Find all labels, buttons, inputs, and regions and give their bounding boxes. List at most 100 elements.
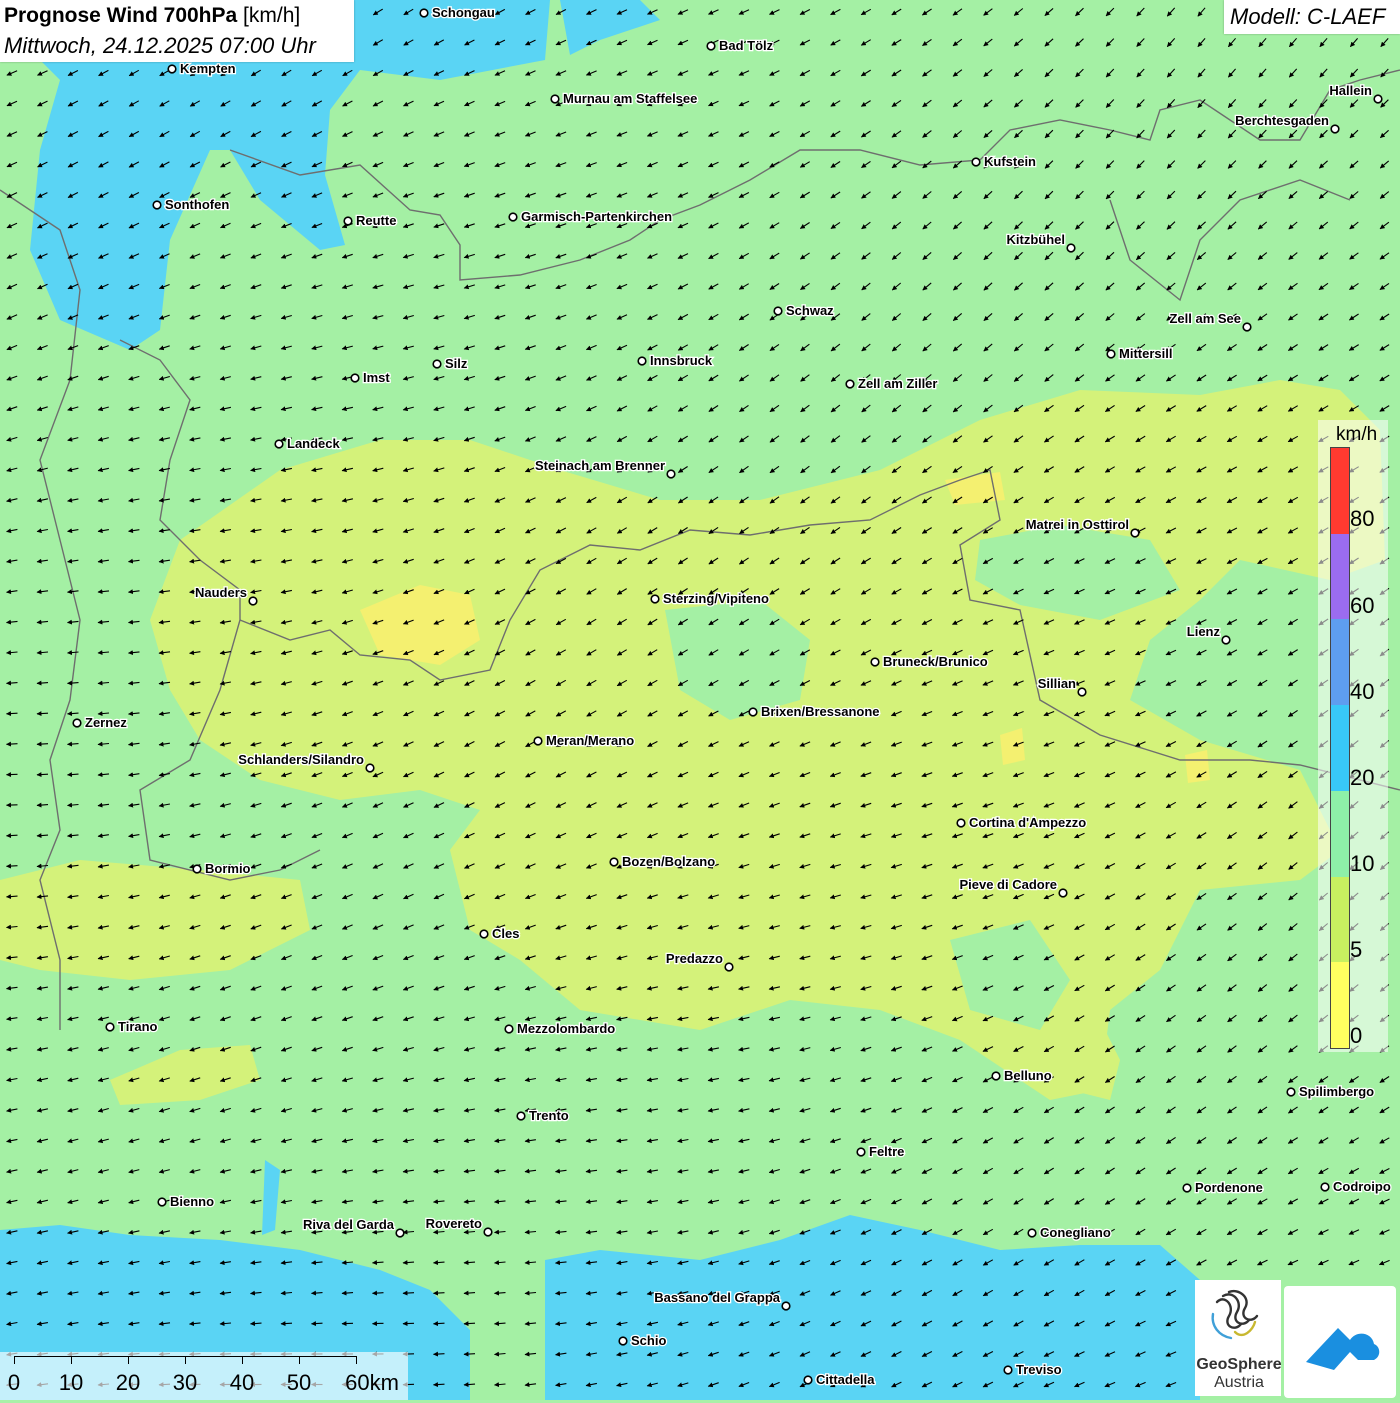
wind-arrow <box>312 1323 323 1324</box>
city-label: Silz <box>445 356 468 371</box>
legend-segment <box>1331 962 1349 1048</box>
city-label: Trento <box>529 1108 569 1123</box>
wind-arrow <box>37 774 48 775</box>
wind-arrow <box>434 1293 445 1294</box>
city-label: Cortina d'Ampezzo <box>969 815 1086 830</box>
wind-arrow <box>7 713 18 714</box>
city-label: Riva del Garda <box>303 1217 395 1232</box>
scale-tick <box>299 1356 300 1364</box>
city-dot <box>168 65 176 73</box>
city-bruneck-brunico: Bruneck/Brunico <box>871 654 988 669</box>
title-box: Prognose Wind 700hPa [km/h] Mittwoch, 24… <box>0 0 354 62</box>
geosphere-logo-text: GeoSphereAustria <box>1196 1356 1282 1392</box>
city-label: Bozen/Bolzano <box>622 854 715 869</box>
city-label: Pordenone <box>1195 1180 1263 1195</box>
geosphere-emblem-icon <box>1195 1280 1281 1360</box>
city-label: Treviso <box>1016 1362 1062 1377</box>
city-dot <box>480 930 488 938</box>
scale-tick-label: 60km <box>345 1370 399 1396</box>
city-label: Spilimbergo <box>1299 1084 1374 1099</box>
geosphere-country: Austria <box>1196 1374 1282 1392</box>
city-label: Matrei in Osttirol <box>1026 517 1129 532</box>
scale-tick <box>14 1356 15 1364</box>
city-conegliano: Conegliano <box>1028 1225 1111 1240</box>
scale-tick <box>71 1356 72 1364</box>
city-pordenone: Pordenone <box>1183 1180 1263 1195</box>
city-label: Nauders <box>195 585 247 600</box>
legend-tick-label: 60 <box>1350 593 1374 619</box>
city-dot <box>804 1376 812 1384</box>
city-garmisch-partenkirchen: Garmisch-Partenkirchen <box>509 209 672 224</box>
scale-tick <box>356 1356 357 1364</box>
city-label: Bruneck/Brunico <box>883 654 988 669</box>
city-label: Berchtesgaden <box>1235 113 1329 128</box>
wind-arrow <box>7 835 18 836</box>
city-label: Pieve di Cadore <box>959 877 1057 892</box>
app-logo[interactable] <box>1284 1286 1396 1398</box>
city-dot <box>275 440 283 448</box>
city-label: Rovereto <box>426 1216 482 1231</box>
city-dot <box>534 737 542 745</box>
city-label: Murnau am Staffelsee <box>563 91 697 106</box>
city-dot <box>505 1025 513 1033</box>
city-label: Sonthofen <box>165 197 229 212</box>
scale-tick-label: 0 <box>8 1370 20 1396</box>
city-dot <box>1004 1366 1012 1374</box>
city-label: Kempten <box>180 61 236 76</box>
page-title: Prognose Wind 700hPa [km/h] <box>4 4 300 28</box>
geosphere-name: GeoSphere <box>1196 1356 1282 1374</box>
city-dot <box>871 658 879 666</box>
city-label: Bad Tölz <box>719 38 774 53</box>
city-label: Schongau <box>432 5 495 20</box>
city-dot <box>509 213 517 221</box>
city-dot <box>1131 529 1139 537</box>
city-label: Schlanders/Silandro <box>238 752 364 767</box>
city-sterzing-vipiteno: Sterzing/Vipiteno <box>651 591 769 606</box>
scale-tick-label: 30 <box>173 1370 197 1396</box>
wind-arrow <box>434 1384 445 1385</box>
city-dot <box>957 819 965 827</box>
city-dot <box>1078 688 1086 696</box>
city-dot <box>193 865 201 873</box>
city-dot <box>651 595 659 603</box>
legend-tick-label: 20 <box>1350 765 1374 791</box>
legend-segment <box>1331 448 1349 534</box>
city-dot <box>1067 244 1075 252</box>
city-dot <box>420 9 428 17</box>
city-dot <box>106 1023 114 1031</box>
city-label: Zell am Ziller <box>858 376 937 391</box>
city-dot <box>1287 1088 1295 1096</box>
scale-tick <box>185 1356 186 1364</box>
city-dot <box>667 470 675 478</box>
city-label: Conegliano <box>1040 1225 1111 1240</box>
city-dot <box>857 1148 865 1156</box>
wind-arrow <box>373 1293 384 1294</box>
scale-tick-label: 20 <box>116 1370 140 1396</box>
city-label: Meran/Merano <box>546 733 634 748</box>
city-dot <box>610 858 618 866</box>
city-label: Reutte <box>356 213 396 228</box>
city-label: Landeck <box>287 436 341 451</box>
city-label: Bormio <box>205 861 251 876</box>
calm-area-east <box>1185 750 1210 783</box>
city-dot <box>782 1302 790 1310</box>
city-dot <box>366 764 374 772</box>
city-label: Feltre <box>869 1144 904 1159</box>
city-dot <box>619 1337 627 1345</box>
city-zell-am-ziller: Zell am Ziller <box>846 376 937 391</box>
city-dot <box>1243 323 1251 331</box>
city-dot <box>1107 350 1115 358</box>
legend-color-bar <box>1330 447 1350 1049</box>
title-main: Prognose Wind 700hPa <box>4 4 237 27</box>
city-label: Mittersill <box>1119 346 1172 361</box>
city-dot <box>846 380 854 388</box>
city-dot <box>153 201 161 209</box>
city-label: Bassano del Grappa <box>654 1290 780 1305</box>
city-bozen-bolzano: Bozen/Bolzano <box>610 854 715 869</box>
city-label: Cittadella <box>816 1372 875 1387</box>
city-dot <box>433 360 441 368</box>
city-dot <box>1028 1229 1036 1237</box>
city-dot <box>351 374 359 382</box>
forecast-datetime: Mittwoch, 24.12.2025 07:00 Uhr <box>4 33 316 59</box>
city-label: Kitzbühel <box>1007 232 1066 247</box>
